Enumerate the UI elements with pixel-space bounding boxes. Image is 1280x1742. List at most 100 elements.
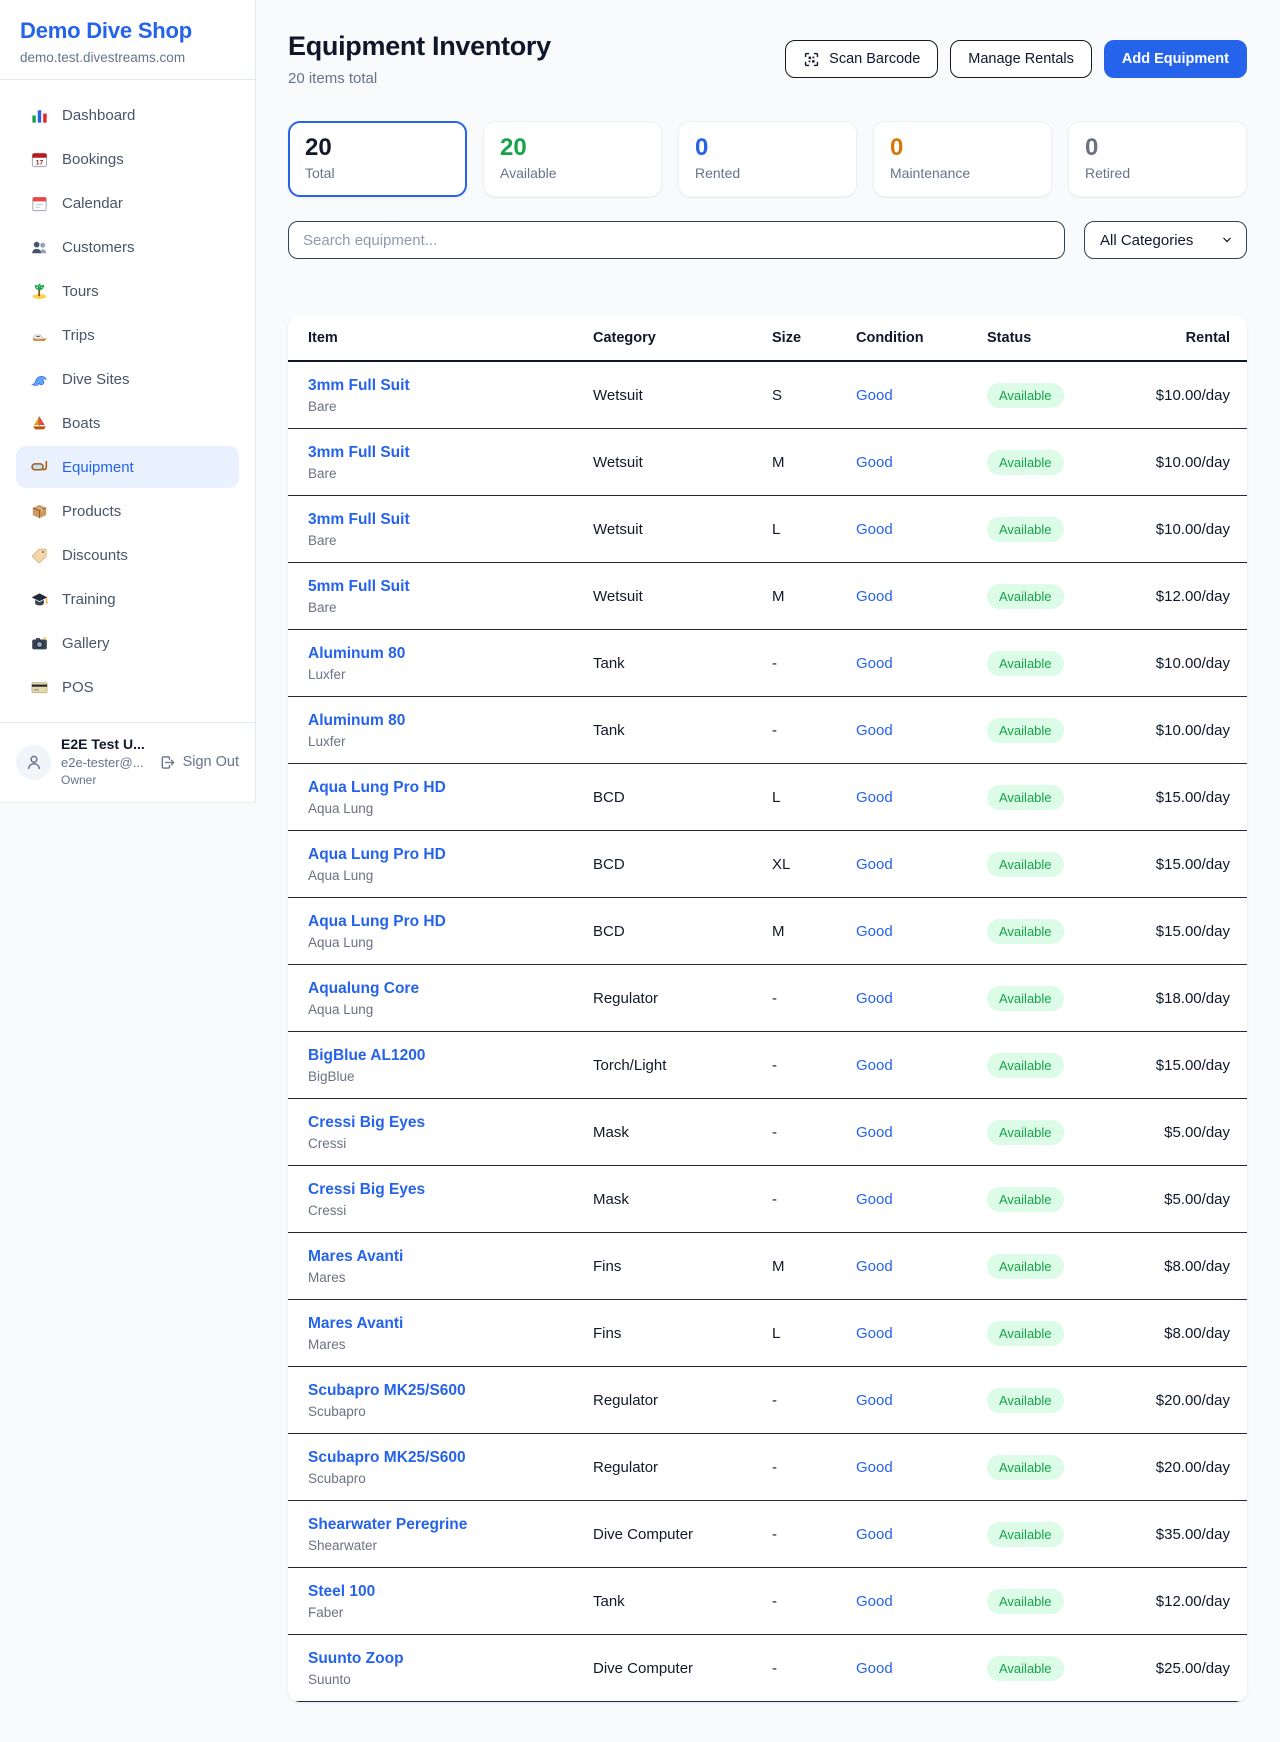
sidebar-item-calendar[interactable]: Calendar: [16, 182, 239, 224]
item-brand: Bare: [308, 533, 573, 549]
item-size: M: [762, 563, 846, 630]
item-category: Wetsuit: [583, 496, 762, 563]
item-category: Wetsuit: [583, 361, 762, 429]
condition-link[interactable]: Good: [856, 1392, 893, 1409]
item-brand: Bare: [308, 600, 573, 616]
search-input[interactable]: [288, 221, 1065, 259]
rental-price: $10.00/day: [1156, 521, 1230, 538]
sidebar-item-trips[interactable]: Trips: [16, 314, 239, 356]
condition-link[interactable]: Good: [856, 990, 893, 1007]
table-row: Scubapro MK25/S600 Scubapro Regulator - …: [288, 1434, 1247, 1501]
customers-icon: [30, 238, 49, 257]
sidebar-item-boats[interactable]: Boats: [16, 402, 239, 444]
item-name-link[interactable]: Cressi Big Eyes: [308, 1179, 425, 1200]
sidebar-item-customers[interactable]: Customers: [16, 226, 239, 268]
dive-sites-icon: [30, 370, 49, 389]
item-name-link[interactable]: Aqua Lung Pro HD: [308, 777, 446, 798]
item-name-link[interactable]: Aluminum 80: [308, 643, 405, 664]
rental-price: $12.00/day: [1156, 588, 1230, 605]
condition-link[interactable]: Good: [856, 1057, 893, 1074]
page-title-block: Equipment Inventory 20 items total: [288, 30, 551, 87]
condition-link[interactable]: Good: [856, 1191, 893, 1208]
item-name-link[interactable]: Aqualung Core: [308, 978, 419, 999]
table-row: Aqualung Core Aqua Lung Regulator - Good…: [288, 965, 1247, 1032]
status-badge: Available: [987, 1187, 1064, 1212]
item-name-link[interactable]: Cressi Big Eyes: [308, 1112, 425, 1133]
sidebar-item-tours[interactable]: Tours: [16, 270, 239, 312]
item-name-link[interactable]: Scubapro MK25/S600: [308, 1447, 466, 1468]
sidebar-item-pos[interactable]: POS: [16, 666, 239, 708]
equipment-table-card: Item Category Size Condition Status Rent…: [288, 315, 1247, 1702]
item-name-link[interactable]: Scubapro MK25/S600: [308, 1380, 466, 1401]
header-actions: Scan Barcode Manage Rentals Add Equipmen…: [785, 40, 1247, 78]
stat-card-rented[interactable]: 0 Rented: [678, 121, 857, 197]
condition-link[interactable]: Good: [856, 387, 893, 404]
item-name-link[interactable]: 5mm Full Suit: [308, 576, 410, 597]
condition-link[interactable]: Good: [856, 856, 893, 873]
condition-link[interactable]: Good: [856, 521, 893, 538]
item-name-link[interactable]: 3mm Full Suit: [308, 509, 410, 530]
item-size: -: [762, 1501, 846, 1568]
sidebar-item-gallery[interactable]: Gallery: [16, 622, 239, 664]
add-equipment-button[interactable]: Add Equipment: [1104, 40, 1247, 78]
sidebar-item-training[interactable]: Training: [16, 578, 239, 620]
item-name-link[interactable]: Mares Avanti: [308, 1313, 403, 1334]
condition-link[interactable]: Good: [856, 789, 893, 806]
sidebar-item-products[interactable]: Products: [16, 490, 239, 532]
sidebar-item-bookings[interactable]: Bookings: [16, 138, 239, 180]
table-row: Mares Avanti Mares Fins M Good Available…: [288, 1233, 1247, 1300]
stat-card-retired[interactable]: 0 Retired: [1068, 121, 1247, 197]
item-name-link[interactable]: 3mm Full Suit: [308, 442, 410, 463]
item-category: Regulator: [583, 965, 762, 1032]
item-name-link[interactable]: Aluminum 80: [308, 710, 405, 731]
stat-value: 0: [695, 135, 840, 161]
filter-bar: All Categories: [288, 221, 1247, 259]
item-name-link[interactable]: Suunto Zoop: [308, 1648, 404, 1669]
rental-price: $20.00/day: [1156, 1459, 1230, 1476]
brand-name[interactable]: Demo Dive Shop: [20, 18, 235, 44]
item-brand: Aqua Lung: [308, 1002, 573, 1018]
condition-link[interactable]: Good: [856, 655, 893, 672]
item-name-link[interactable]: Aqua Lung Pro HD: [308, 911, 446, 932]
sidebar-item-label: Training: [62, 591, 116, 608]
manage-rentals-button[interactable]: Manage Rentals: [950, 40, 1092, 78]
condition-link[interactable]: Good: [856, 454, 893, 471]
item-name-link[interactable]: Steel 100: [308, 1581, 375, 1602]
stat-card-maintenance[interactable]: 0 Maintenance: [873, 121, 1052, 197]
condition-link[interactable]: Good: [856, 1459, 893, 1476]
tours-icon: [30, 282, 49, 301]
status-badge: Available: [987, 1254, 1064, 1279]
category-select[interactable]: All Categories: [1084, 221, 1247, 259]
stat-card-total[interactable]: 20 Total: [288, 121, 467, 197]
condition-link[interactable]: Good: [856, 588, 893, 605]
sidebar-item-label: Bookings: [62, 151, 124, 168]
rental-price: $18.00/day: [1156, 990, 1230, 1007]
condition-link[interactable]: Good: [856, 1660, 893, 1677]
sidebar-item-dive-sites[interactable]: Dive Sites: [16, 358, 239, 400]
condition-link[interactable]: Good: [856, 1325, 893, 1342]
item-brand: Bare: [308, 399, 573, 415]
app-root: Demo Dive Shop demo.test.divestreams.com…: [0, 0, 1280, 1742]
stat-value: 0: [1085, 135, 1230, 161]
condition-link[interactable]: Good: [856, 1593, 893, 1610]
condition-link[interactable]: Good: [856, 923, 893, 940]
stat-card-available[interactable]: 20 Available: [483, 121, 662, 197]
condition-link[interactable]: Good: [856, 1124, 893, 1141]
sidebar-item-dashboard[interactable]: Dashboard: [16, 94, 239, 136]
condition-link[interactable]: Good: [856, 1526, 893, 1543]
item-name-link[interactable]: Mares Avanti: [308, 1246, 403, 1267]
item-name-link[interactable]: 3mm Full Suit: [308, 375, 410, 396]
condition-link[interactable]: Good: [856, 722, 893, 739]
sidebar-item-equipment[interactable]: Equipment: [16, 446, 239, 488]
user-section: E2E Test U... e2e-tester@... Owner Sign …: [0, 722, 255, 802]
item-category: Tank: [583, 630, 762, 697]
rental-price: $8.00/day: [1164, 1258, 1230, 1275]
sign-out-button[interactable]: Sign Out: [159, 754, 239, 771]
status-badge: Available: [987, 517, 1064, 542]
item-name-link[interactable]: Shearwater Peregrine: [308, 1514, 467, 1535]
item-name-link[interactable]: Aqua Lung Pro HD: [308, 844, 446, 865]
item-name-link[interactable]: BigBlue AL1200: [308, 1045, 425, 1066]
scan-barcode-button[interactable]: Scan Barcode: [785, 40, 938, 78]
sidebar-item-discounts[interactable]: Discounts: [16, 534, 239, 576]
condition-link[interactable]: Good: [856, 1258, 893, 1275]
